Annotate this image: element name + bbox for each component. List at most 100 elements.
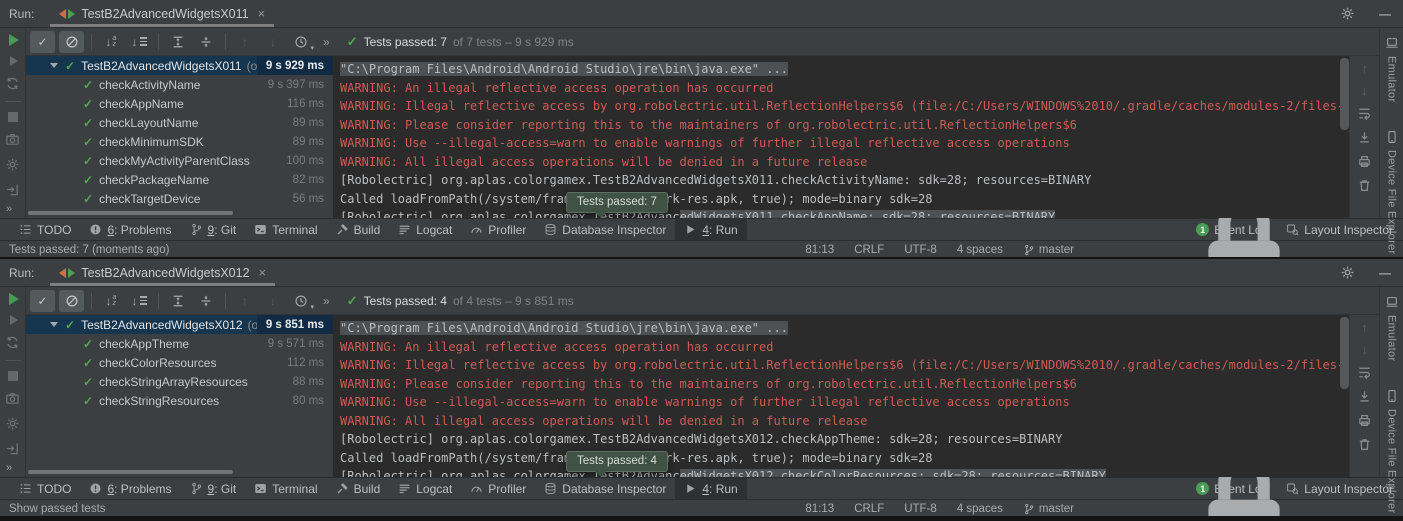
- more-options-chevron[interactable]: »: [6, 462, 11, 474]
- test-tree-item[interactable]: ✓ checkActivityName 9 s 397 ms: [26, 75, 333, 94]
- sort-by-duration-button[interactable]: ↓: [127, 290, 151, 312]
- settings-gear-icon[interactable]: [1340, 265, 1355, 280]
- scroll-to-end-button[interactable]: [1357, 389, 1372, 404]
- chevron-expanded-icon[interactable]: [50, 63, 58, 72]
- test-tree-item[interactable]: ✓ checkLayoutName 89 ms: [26, 113, 333, 132]
- tool-window-stripe-button[interactable]: Emulator: [1385, 36, 1399, 102]
- close-tab-icon[interactable]: ×: [259, 265, 267, 280]
- scroll-to-end-button[interactable]: [1357, 130, 1372, 145]
- tool-window-button[interactable]: TODO: [10, 219, 80, 240]
- test-tree-item[interactable]: ✓ checkPackageName 82 ms: [26, 170, 333, 189]
- down-the-stack-trace-button[interactable]: ↓: [1361, 343, 1368, 356]
- soft-wrap-button[interactable]: [1357, 106, 1372, 121]
- console-vertical-scrollbar[interactable]: [1340, 317, 1349, 389]
- tool-window-button[interactable]: Logcat: [389, 219, 461, 240]
- test-settings-button[interactable]: [5, 157, 20, 172]
- show-passed-toggle[interactable]: ✓: [30, 290, 55, 312]
- tool-window-button[interactable]: Logcat: [389, 478, 461, 499]
- caret-position-widget[interactable]: 81:13: [805, 244, 834, 256]
- test-tree-item[interactable]: ✓ checkAppTheme 9 s 571 ms: [26, 334, 333, 353]
- rerun-tests-button[interactable]: [9, 34, 19, 46]
- toolbar-overflow-chevron[interactable]: »: [323, 294, 329, 308]
- previous-failed-test-button[interactable]: ↑: [233, 31, 257, 53]
- stop-button[interactable]: [8, 112, 18, 122]
- test-tree-root[interactable]: ✓ TestB2AdvancedWidgetsX011(org.ap 9 s 9…: [26, 56, 333, 75]
- indent-widget[interactable]: 4 spaces: [957, 244, 1003, 256]
- collapse-all-button[interactable]: [194, 31, 218, 53]
- tool-window-button[interactable]: Profiler: [461, 219, 535, 240]
- rerun-failed-tests-button[interactable]: [10, 56, 18, 66]
- tool-window-button[interactable]: 4: Run: [675, 219, 746, 240]
- up-the-stack-trace-button[interactable]: ↑: [1361, 62, 1368, 75]
- test-tree-item[interactable]: ✓ checkMyActivityParentClass 100 ms: [26, 151, 333, 170]
- tool-window-button[interactable]: TODO: [10, 478, 80, 499]
- test-tree-item[interactable]: ✓ checkMinimumSDK 89 ms: [26, 132, 333, 151]
- line-ending-widget[interactable]: CRLF: [854, 503, 884, 515]
- test-settings-button[interactable]: [5, 416, 20, 431]
- next-failed-test-button[interactable]: ↓: [261, 290, 285, 312]
- tool-window-button[interactable]: Build: [327, 478, 390, 499]
- down-the-stack-trace-button[interactable]: ↓: [1361, 84, 1368, 97]
- print-button[interactable]: [1357, 413, 1372, 428]
- git-branch-widget[interactable]: master: [1023, 503, 1074, 515]
- stop-button[interactable]: [8, 371, 18, 381]
- test-history-button[interactable]: ▾: [289, 31, 313, 53]
- encoding-widget[interactable]: UTF-8: [904, 244, 937, 256]
- next-failed-test-button[interactable]: ↓: [261, 31, 285, 53]
- tool-window-button[interactable]: Build: [327, 219, 390, 240]
- show-passed-toggle[interactable]: ✓: [30, 31, 55, 53]
- test-tree-item[interactable]: ✓ checkColorResources 112 ms: [26, 353, 333, 372]
- tool-window-button[interactable]: Database Inspector: [535, 219, 675, 240]
- tool-window-button[interactable]: Terminal: [245, 219, 326, 240]
- tool-window-button[interactable]: 4: Run: [675, 478, 746, 499]
- toggle-auto-test-button[interactable]: [5, 335, 20, 350]
- toggle-auto-test-button[interactable]: [5, 76, 20, 91]
- chevron-expanded-icon[interactable]: [50, 322, 58, 331]
- console-vertical-scrollbar[interactable]: [1340, 58, 1349, 130]
- indent-widget[interactable]: 4 spaces: [957, 503, 1003, 515]
- toolbar-overflow-chevron[interactable]: »: [323, 35, 329, 49]
- settings-gear-icon[interactable]: [1340, 6, 1355, 21]
- tool-window-button[interactable]: 6: Problems: [80, 219, 180, 240]
- import-test-results-button[interactable]: [5, 182, 20, 197]
- test-tree-item[interactable]: ✓ checkTargetDevice 56 ms: [26, 189, 333, 208]
- git-branch-widget[interactable]: master: [1023, 244, 1074, 256]
- up-the-stack-trace-button[interactable]: ↑: [1361, 321, 1368, 334]
- run-tab[interactable]: TestB2AdvancedWidgetsX012 ×: [50, 259, 275, 286]
- test-tree-item[interactable]: ✓ checkStringArrayResources 88 ms: [26, 372, 333, 391]
- expand-all-button[interactable]: [166, 290, 190, 312]
- close-tab-icon[interactable]: ×: [258, 6, 266, 21]
- tool-window-button[interactable]: 6: Problems: [80, 478, 180, 499]
- tool-window-button[interactable]: Database Inspector: [535, 478, 675, 499]
- rerun-tests-button[interactable]: [9, 293, 19, 305]
- expand-all-button[interactable]: [166, 31, 190, 53]
- hide-tool-window-icon[interactable]: —: [1379, 266, 1391, 280]
- show-ignored-toggle[interactable]: [59, 31, 84, 53]
- sort-alphabetically-button[interactable]: ↓az: [99, 290, 123, 312]
- more-options-chevron[interactable]: »: [6, 203, 11, 215]
- tool-window-button[interactable]: Terminal: [245, 478, 326, 499]
- tree-horizontal-scrollbar[interactable]: [28, 470, 233, 474]
- sort-alphabetically-button[interactable]: ↓az: [99, 31, 123, 53]
- tool-window-stripe-button[interactable]: Emulator: [1385, 295, 1399, 361]
- tool-window-button[interactable]: 9: Git: [181, 219, 246, 240]
- run-tab[interactable]: TestB2AdvancedWidgetsX011 ×: [50, 0, 274, 27]
- import-test-results-button[interactable]: [5, 441, 20, 456]
- tree-horizontal-scrollbar[interactable]: [28, 211, 233, 215]
- previous-failed-test-button[interactable]: ↑: [233, 290, 257, 312]
- collapse-all-button[interactable]: [194, 290, 218, 312]
- sort-by-duration-button[interactable]: ↓: [127, 31, 151, 53]
- test-tree-root[interactable]: ✓ TestB2AdvancedWidgetsX012(org.ap 9 s 8…: [26, 315, 333, 334]
- test-tree-item[interactable]: ✓ checkStringResources 80 ms: [26, 391, 333, 410]
- soft-wrap-button[interactable]: [1357, 365, 1372, 380]
- line-ending-widget[interactable]: CRLF: [854, 244, 884, 256]
- tool-window-button[interactable]: Profiler: [461, 478, 535, 499]
- test-tree-item[interactable]: ✓ checkAppName 116 ms: [26, 94, 333, 113]
- thread-dump-button[interactable]: [5, 391, 20, 406]
- show-ignored-toggle[interactable]: [59, 290, 84, 312]
- print-button[interactable]: [1357, 154, 1372, 169]
- encoding-widget[interactable]: UTF-8: [904, 503, 937, 515]
- test-history-button[interactable]: ▾: [289, 290, 313, 312]
- thread-dump-button[interactable]: [5, 132, 20, 147]
- rerun-failed-tests-button[interactable]: [10, 315, 18, 325]
